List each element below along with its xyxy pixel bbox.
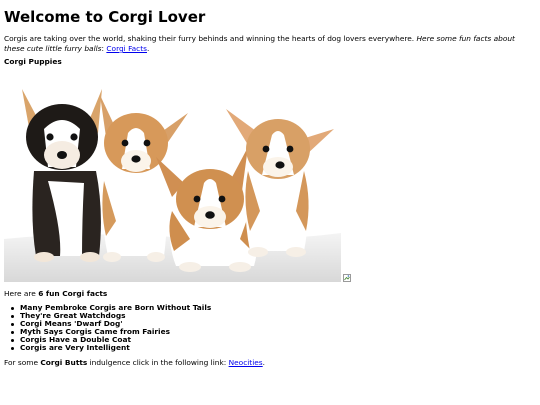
outro-middle: indulgence click in the following link: [87,358,229,367]
outro-paragraph: For some Corgi Butts indulgence click in… [4,358,265,368]
list-item: Corgis are Very Intelligent [10,344,211,352]
facts-intro-bold: 6 fun Corgi facts [38,289,108,298]
outro-end: . [262,358,266,367]
facts-intro: Here are 6 fun Corgi facts [4,289,107,299]
corgi-facts-link[interactable]: Corgi Facts [106,44,147,53]
facts-intro-prefix: Here are [4,289,39,298]
outro-bold: Corgi Butts [40,358,88,367]
corgi-puppies-heading: Corgi Puppies [4,57,62,66]
page: Welcome to Corgi Lover Corgis are taking… [0,0,540,405]
corgi-puppies-photo [4,71,341,282]
neocities-link[interactable]: Neocities [229,358,263,367]
broken-image-icon [343,274,351,282]
intro-end: . [147,44,150,53]
outro-prefix: For some [4,358,41,367]
page-title: Welcome to Corgi Lover [4,8,206,26]
facts-list: Many Pembroke Corgis are Born Without Ta… [10,304,211,352]
intro-text: Corgis are taking over the world, shakin… [4,34,417,43]
intro-paragraph: Corgis are taking over the world, shakin… [4,34,536,54]
